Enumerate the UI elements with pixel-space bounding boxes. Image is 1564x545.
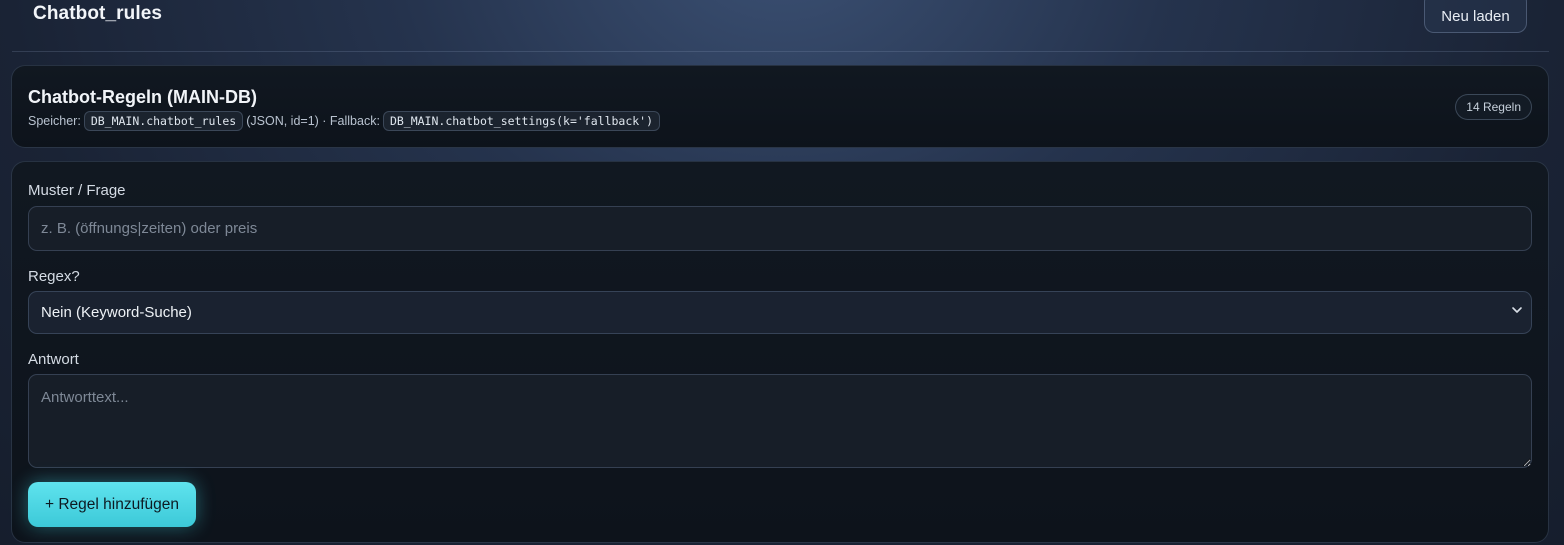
storage-prefix: Speicher:: [28, 114, 81, 128]
chevron-down-icon: [1511, 304, 1525, 318]
page-title: Chatbot_rules: [33, 3, 163, 24]
reload-button[interactable]: Neu laden: [1424, 0, 1527, 33]
card-title: Chatbot-Regeln (MAIN-DB): [28, 87, 257, 107]
add-rule-button[interactable]: + Regel hinzufügen: [28, 482, 196, 527]
fallback-code: DB_MAIN.chatbot_settings(k='fallback'): [382, 111, 661, 131]
answer-textarea[interactable]: [28, 374, 1532, 468]
rule-count-badge: 14 Regeln: [1455, 94, 1532, 120]
top-bar: Chatbot_rules Neu laden: [12, 0, 1549, 52]
storage-info: Speicher: DB_MAIN.chatbot_rules (JSON, i…: [28, 111, 663, 131]
regex-selected-value: Nein (Keyword-Suche): [41, 304, 192, 321]
regex-select[interactable]: Nein (Keyword-Suche): [28, 291, 1532, 334]
pattern-input[interactable]: [28, 206, 1532, 251]
storage-code: DB_MAIN.chatbot_rules: [83, 111, 244, 131]
rule-form-card: Muster / Frage Regex? Nein (Keyword-Such…: [11, 161, 1549, 543]
answer-label: Antwort: [28, 351, 79, 368]
storage-suffix: (JSON, id=1) · Fallback:: [246, 114, 380, 128]
regex-label: Regex?: [28, 268, 80, 285]
pattern-label: Muster / Frage: [28, 182, 126, 199]
rules-info-card: Chatbot-Regeln (MAIN-DB) Speicher: DB_MA…: [11, 65, 1549, 148]
